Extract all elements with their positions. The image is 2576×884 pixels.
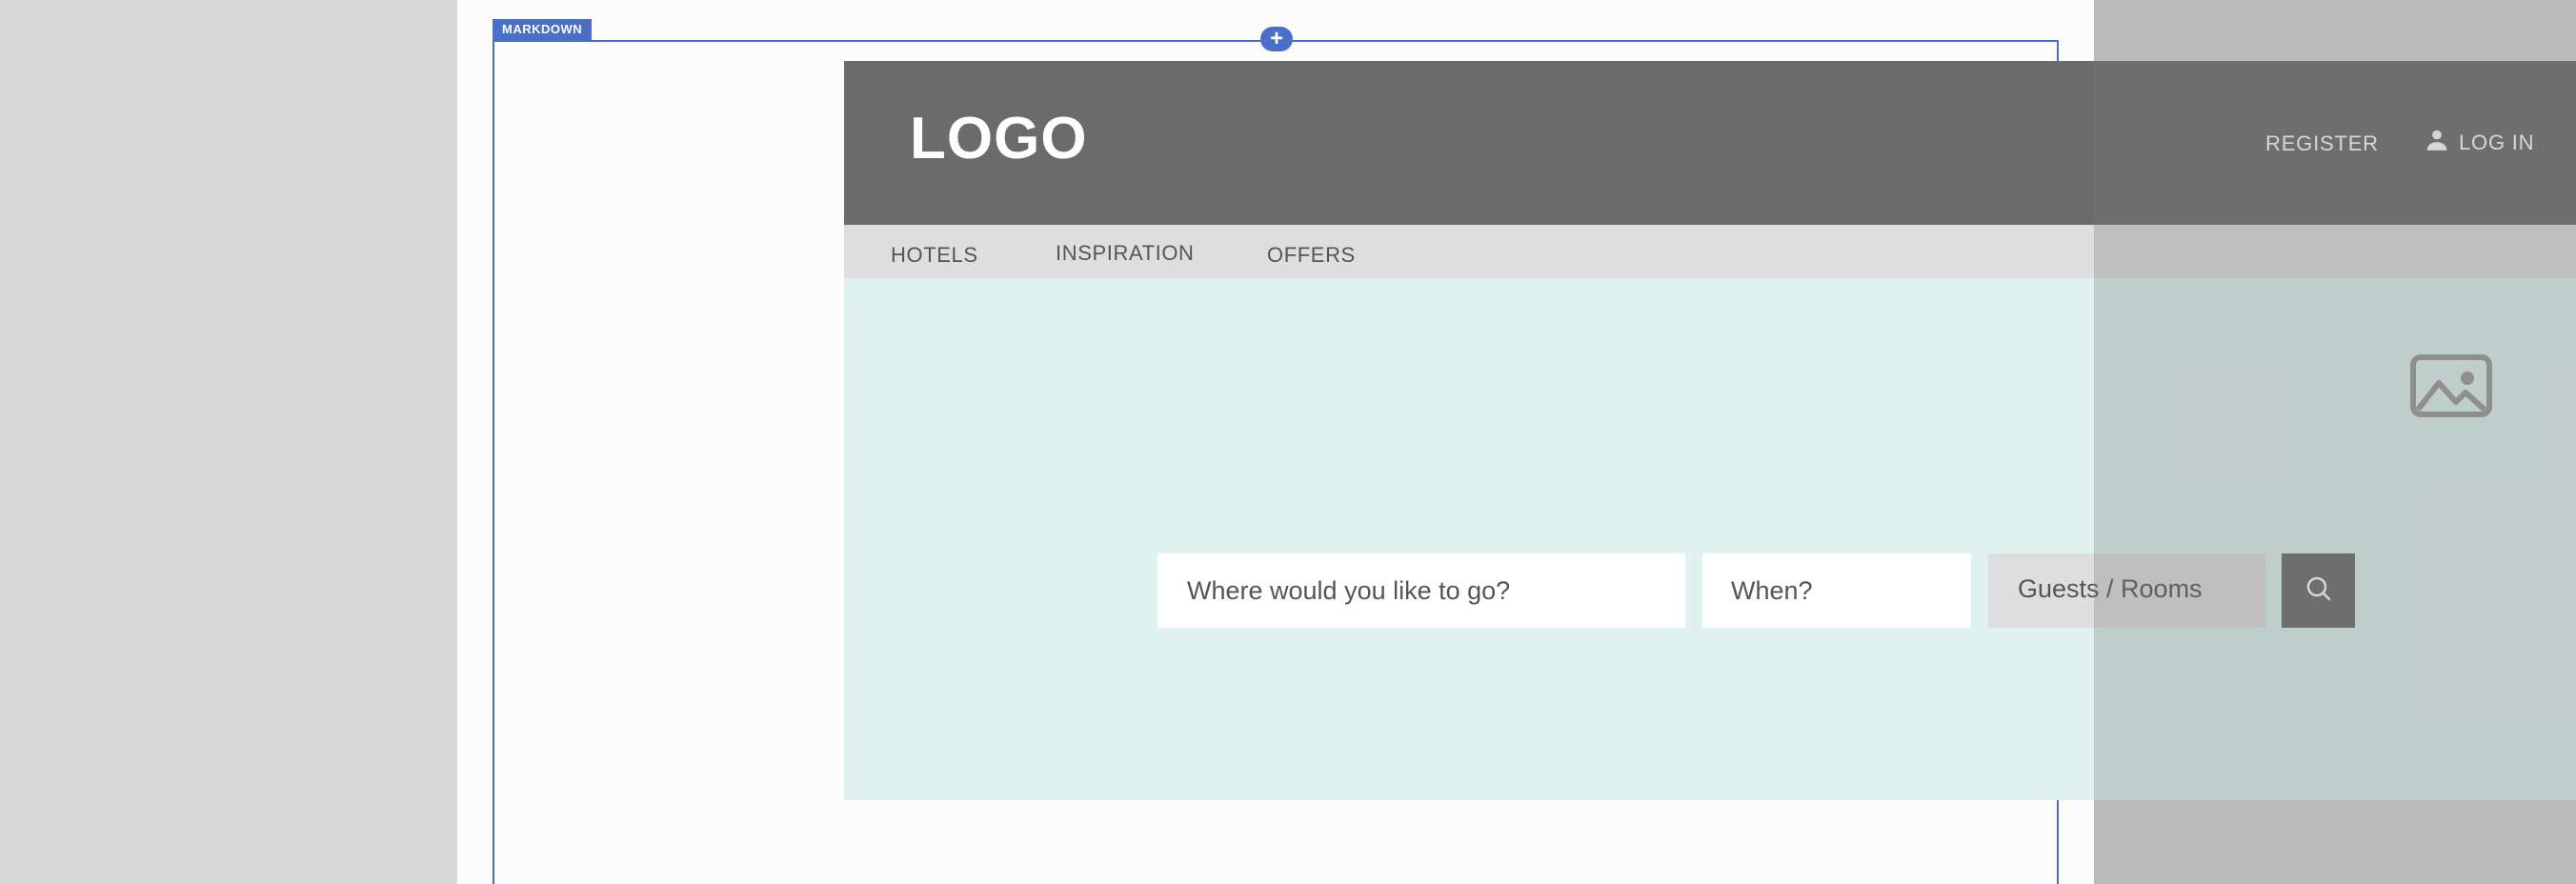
- site-header: LOGO REGISTER LOG IN: [844, 61, 2576, 225]
- block-type-tag: MARKDOWN: [493, 19, 593, 40]
- guests-rooms-input[interactable]: Guests / Rooms: [1988, 553, 2265, 628]
- add-block-button[interactable]: +: [1260, 27, 1293, 51]
- site-nav: HOTELS INSPIRATION OFFERS: [844, 225, 2576, 278]
- search-button[interactable]: [2282, 553, 2355, 628]
- hero-section: Where would you like to go? When? Guests…: [844, 278, 2576, 800]
- search-icon: [2304, 574, 2333, 608]
- nav-item-offers[interactable]: OFFERS: [1267, 243, 1356, 268]
- login-label: LOG IN: [2459, 131, 2535, 154]
- site-logo[interactable]: LOGO: [910, 105, 1088, 172]
- register-link[interactable]: REGISTER: [2265, 131, 2379, 156]
- destination-input[interactable]: Where would you like to go?: [1157, 553, 1685, 628]
- nav-item-inspiration[interactable]: INSPIRATION: [1056, 241, 1195, 266]
- image-placeholder-icon: [2410, 354, 2492, 417]
- nav-item-hotels[interactable]: HOTELS: [891, 243, 978, 268]
- site-preview: LOGO REGISTER LOG IN HOTELS INSPIRATION …: [844, 61, 2576, 800]
- login-link[interactable]: LOG IN: [2425, 128, 2534, 158]
- date-input[interactable]: When?: [1702, 553, 1971, 628]
- user-icon: [2425, 128, 2449, 158]
